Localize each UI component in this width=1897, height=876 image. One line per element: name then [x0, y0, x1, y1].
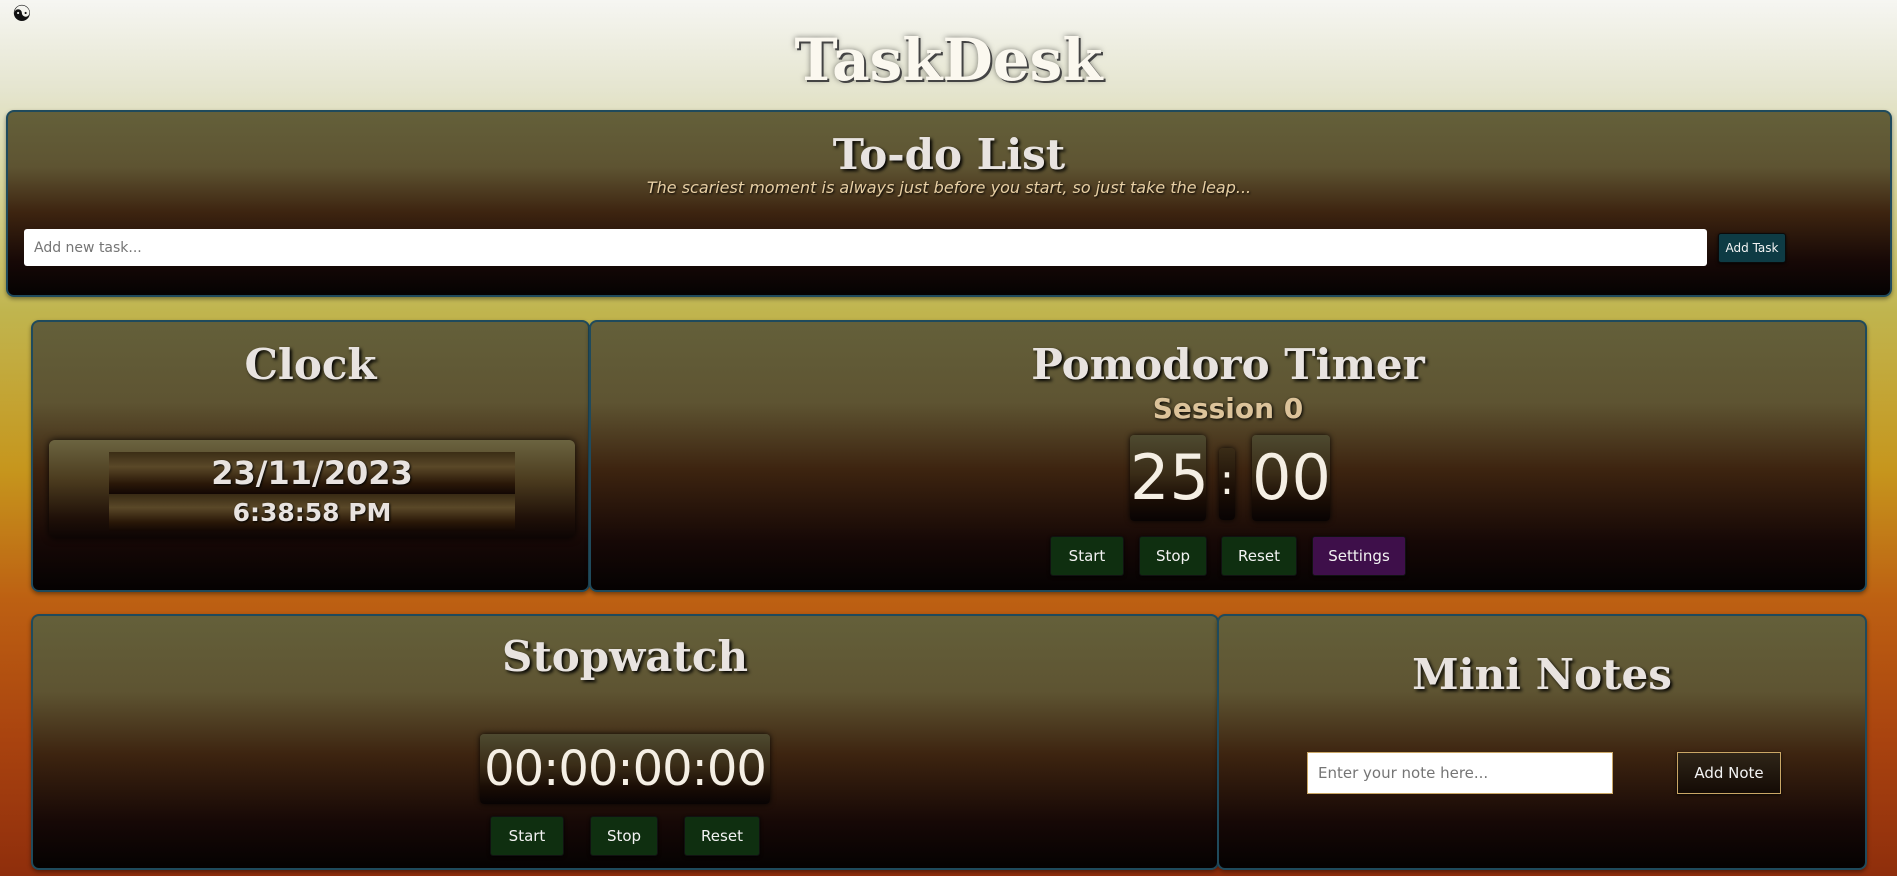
- clock-title: Clock: [244, 340, 377, 389]
- pomodoro-minutes: 25: [1130, 435, 1209, 521]
- pomodoro-settings-button[interactable]: Settings: [1312, 536, 1406, 576]
- pomodoro-stop-button[interactable]: Stop: [1139, 536, 1207, 576]
- clock-date: 23/11/2023: [211, 454, 413, 492]
- stopwatch-reset-button[interactable]: Reset: [684, 816, 760, 856]
- clock-time-band: 6:38:58 PM: [109, 495, 515, 531]
- app-title: TaskDesk: [794, 26, 1103, 94]
- clock-panel: Clock 23/11/2023 6:38:58 PM: [31, 320, 590, 592]
- stopwatch-start-button[interactable]: Start: [490, 816, 564, 856]
- pomodoro-session: Session 0: [1152, 392, 1304, 425]
- pomodoro-seconds: 00: [1252, 435, 1331, 521]
- pomodoro-start-button[interactable]: Start: [1050, 536, 1124, 576]
- pomodoro-separator: :: [1219, 448, 1235, 520]
- pomodoro-panel: Pomodoro Timer Session 0 25 : 00 Start S…: [589, 320, 1867, 592]
- clock-date-band: 23/11/2023: [109, 452, 515, 494]
- todo-title: To-do List: [832, 130, 1066, 179]
- notes-panel: Mini Notes Add Note: [1217, 614, 1867, 870]
- stopwatch-stop-button[interactable]: Stop: [590, 816, 658, 856]
- todo-quote: The scariest moment is always just befor…: [646, 178, 1252, 197]
- note-input[interactable]: [1307, 752, 1613, 794]
- add-note-button[interactable]: Add Note: [1677, 752, 1781, 794]
- stopwatch-title: Stopwatch: [502, 632, 748, 681]
- clock-time: 6:38:58 PM: [232, 498, 392, 527]
- pomodoro-title: Pomodoro Timer: [1031, 340, 1425, 389]
- clock-display: 23/11/2023 6:38:58 PM: [49, 440, 575, 538]
- stopwatch-panel: Stopwatch 00:00:00:00 Start Stop Reset: [31, 614, 1219, 870]
- pomodoro-reset-button[interactable]: Reset: [1221, 536, 1297, 576]
- new-task-input[interactable]: [24, 229, 1707, 266]
- yin-yang-theme-toggle-icon[interactable]: ☯: [12, 4, 34, 26]
- notes-title: Mini Notes: [1412, 650, 1672, 699]
- todo-panel: To-do List The scariest moment is always…: [6, 110, 1892, 297]
- add-task-button[interactable]: Add Task: [1718, 233, 1786, 263]
- stopwatch-display: 00:00:00:00: [480, 734, 770, 804]
